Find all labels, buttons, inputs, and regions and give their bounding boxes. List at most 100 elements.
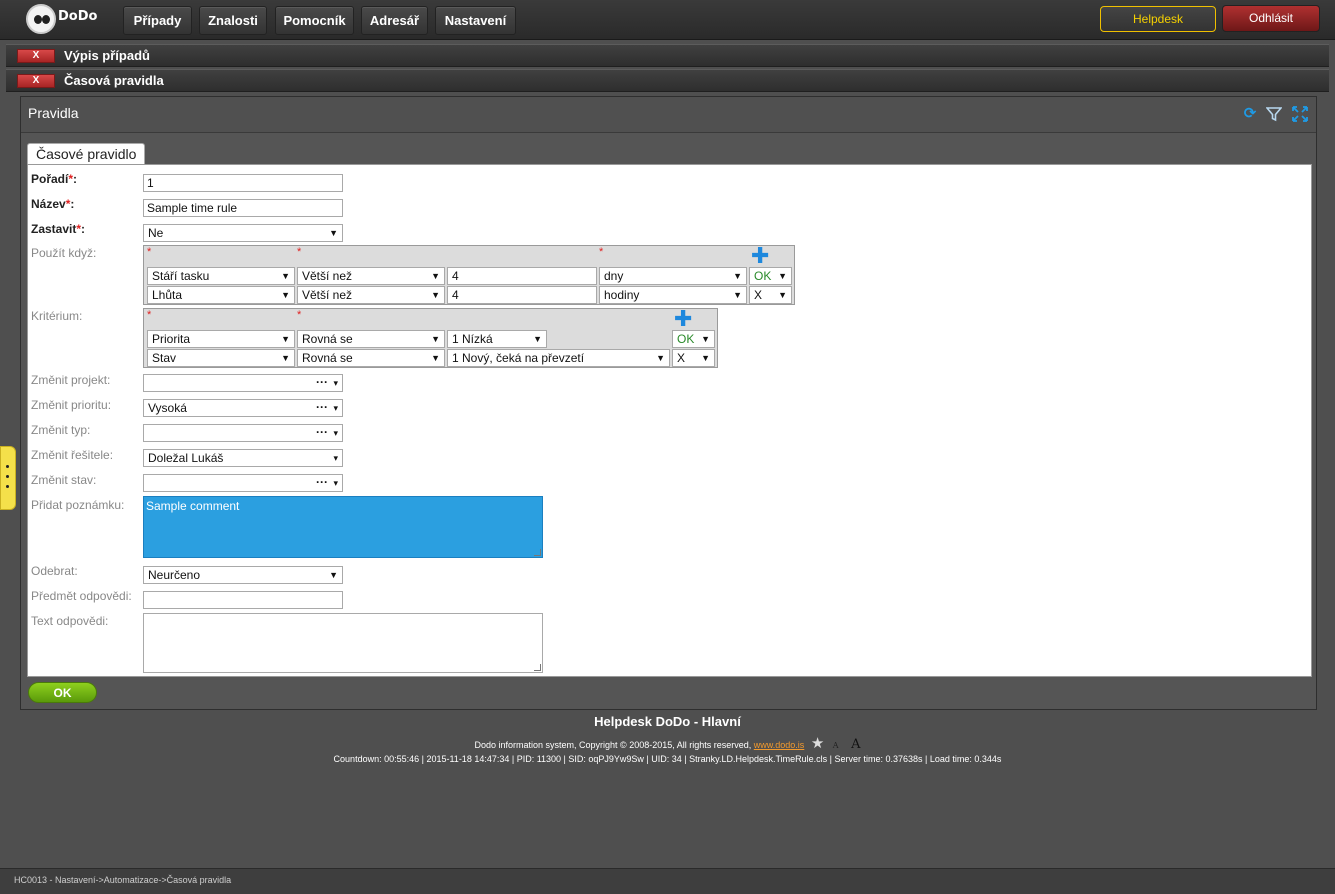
more-icon: ··· xyxy=(316,475,328,489)
required-marker: * xyxy=(297,246,302,258)
tab-casove-pravidlo[interactable]: Časové pravidlo xyxy=(27,143,146,165)
filter-icon[interactable] xyxy=(1265,106,1283,122)
rule-form: Pořadí*: 1 Název*: Sample time rule Zast… xyxy=(27,164,1312,677)
criterion-value-select[interactable]: 1 Nízká ▼ xyxy=(447,330,547,348)
condition-unit-select[interactable]: hodiny ▼ xyxy=(599,286,747,304)
odebrat-select[interactable]: Neurčeno ▼ xyxy=(143,566,343,584)
chevron-down-icon: ▾ xyxy=(333,428,338,438)
pouzit-kdyz-label: Použít když: xyxy=(31,246,97,260)
criterion-field-select[interactable]: Stav ▼ xyxy=(147,349,295,367)
text-odpovedi-label: Text odpovědi: xyxy=(31,614,109,628)
chevron-down-icon: ▼ xyxy=(778,271,787,281)
resize-handle-icon[interactable] xyxy=(534,549,541,556)
kriterium-grid: * * ✚ Priorita ▼ Rovná se ▼ 1 Nízká ▼ OK ▼ S… xyxy=(143,308,718,368)
pouzit-kdyz-grid: * * * ✚ Stáří tasku ▼ Větší než ▼ 4 dny ▼ O… xyxy=(143,245,795,305)
footer-copyright: Dodo information system, Copyright © 200… xyxy=(474,735,861,752)
row-action-select[interactable]: X ▼ xyxy=(672,349,715,367)
zastavit-label: Zastavit*: xyxy=(31,222,86,236)
rules-panel: Pravidla ⟳ Časové pravidlo Pořadí*: 1 Ná… xyxy=(20,96,1317,710)
font-large-button[interactable]: A xyxy=(851,737,860,752)
condition-field-select[interactable]: Stáří tasku ▼ xyxy=(147,267,295,285)
poradi-input[interactable]: 1 xyxy=(143,174,343,192)
section-casova-pravidla: X Časová pravidla xyxy=(6,69,1329,92)
row-action-select[interactable]: OK ▼ xyxy=(672,330,715,348)
zmenit-stav-select[interactable]: ··· ▾ xyxy=(143,474,343,492)
chevron-down-icon: ▼ xyxy=(281,334,290,344)
expand-icon[interactable] xyxy=(1292,106,1308,122)
row-action-select[interactable]: OK ▼ xyxy=(749,267,792,285)
resize-handle-icon[interactable] xyxy=(534,664,541,671)
criterion-operator-select[interactable]: Rovná se ▼ xyxy=(297,349,445,367)
poznamka-textarea[interactable]: Sample comment xyxy=(143,496,543,558)
logo-mascot-icon xyxy=(26,4,56,34)
pridat-poznamku-label: Přidat poznámku: xyxy=(31,498,125,512)
chevron-down-icon: ▼ xyxy=(431,334,440,344)
zmenit-resitele-label: Změnit řešitele: xyxy=(31,448,114,462)
panel-title: Pravidla xyxy=(28,105,79,121)
more-icon: ··· xyxy=(316,400,328,414)
condition-unit-select[interactable]: dny ▼ xyxy=(599,267,747,285)
zmenit-typ-select[interactable]: ··· ▾ xyxy=(143,424,343,442)
odebrat-label: Odebrat: xyxy=(31,564,78,578)
criterion-operator-select[interactable]: Rovná se ▼ xyxy=(297,330,445,348)
close-section-button[interactable]: X xyxy=(17,49,55,63)
dodo-logo[interactable]: DoDo xyxy=(26,3,98,35)
chevron-down-icon: ▼ xyxy=(533,334,542,344)
ok-button[interactable]: OK xyxy=(28,682,97,703)
chevron-down-icon: ▼ xyxy=(281,271,290,281)
logout-button[interactable]: Odhlásit xyxy=(1222,5,1320,32)
chevron-down-icon: ▼ xyxy=(281,290,290,300)
section-vypis-pripadu: X Výpis případů xyxy=(6,44,1329,67)
required-marker: * xyxy=(147,246,152,258)
nav-nastaveni[interactable]: Nastavení xyxy=(435,6,516,35)
add-row-icon[interactable]: ✚ xyxy=(751,245,769,267)
chevron-down-icon: ▼ xyxy=(701,334,710,344)
more-icon: ··· xyxy=(316,375,328,389)
required-marker: * xyxy=(599,246,604,258)
helpdesk-button[interactable]: Helpdesk xyxy=(1100,6,1216,32)
chevron-down-icon: ▼ xyxy=(431,271,440,281)
chevron-down-icon: ▾ xyxy=(333,403,338,413)
nav-znalosti[interactable]: Znalosti xyxy=(199,6,267,35)
font-small-button[interactable]: A xyxy=(833,741,839,750)
top-navigation: DoDo Případy Znalosti Pomocník Adresář N… xyxy=(0,0,1335,40)
nav-pripady[interactable]: Případy xyxy=(123,6,192,35)
chevron-down-icon: ▼ xyxy=(656,353,665,363)
refresh-icon[interactable]: ⟳ xyxy=(1242,106,1258,122)
chevron-down-icon: ▼ xyxy=(329,570,338,580)
section-title[interactable]: Výpis případů xyxy=(64,48,150,63)
condition-operator-select[interactable]: Větší než ▼ xyxy=(297,286,445,304)
zmenit-resitele-select[interactable]: Doležal Lukáš ▾ xyxy=(143,449,343,467)
kriterium-label: Kritérium: xyxy=(31,309,83,323)
condition-value-input[interactable]: 4 xyxy=(447,267,597,285)
chevron-down-icon: ▼ xyxy=(733,290,742,300)
condition-field-select[interactable]: Lhůta ▼ xyxy=(147,286,295,304)
star-icon[interactable]: ★ xyxy=(811,735,824,752)
chevron-down-icon: ▾ xyxy=(333,453,338,463)
nav-adresar[interactable]: Adresář xyxy=(361,6,428,35)
close-section-button[interactable]: X xyxy=(17,74,55,88)
nazev-input[interactable]: Sample time rule xyxy=(143,199,343,217)
zmenit-prioritu-select[interactable]: Vysoká ··· ▾ xyxy=(143,399,343,417)
dodo-link[interactable]: www.dodo.is xyxy=(754,740,805,750)
zmenit-projekt-select[interactable]: ··· ▾ xyxy=(143,374,343,392)
predmet-odpovedi-input[interactable] xyxy=(143,591,343,609)
zmenit-typ-label: Změnit typ: xyxy=(31,423,91,437)
required-marker: * xyxy=(147,309,152,321)
zastavit-select[interactable]: Ne ▼ xyxy=(143,224,343,242)
nav-pomocnik[interactable]: Pomocník xyxy=(275,6,354,35)
zmenit-stav-label: Změnit stav: xyxy=(31,473,97,487)
criterion-field-select[interactable]: Priorita ▼ xyxy=(147,330,295,348)
condition-operator-select[interactable]: Větší než ▼ xyxy=(297,267,445,285)
section-title[interactable]: Časová pravidla xyxy=(64,73,164,88)
zmenit-prioritu-label: Změnit prioritu: xyxy=(31,398,112,412)
criterion-value-select[interactable]: 1 Nový, čeká na převzetí ▼ xyxy=(447,349,670,367)
condition-value-input[interactable]: 4 xyxy=(447,286,597,304)
text-odpovedi-textarea[interactable] xyxy=(143,613,543,673)
row-action-select[interactable]: X ▼ xyxy=(749,286,792,304)
chevron-down-icon: ▼ xyxy=(281,353,290,363)
side-panel-handle[interactable] xyxy=(0,446,16,510)
add-row-icon[interactable]: ✚ xyxy=(674,308,692,330)
predmet-odpovedi-label: Předmět odpovědi: xyxy=(31,589,132,603)
more-icon: ··· xyxy=(316,425,328,439)
